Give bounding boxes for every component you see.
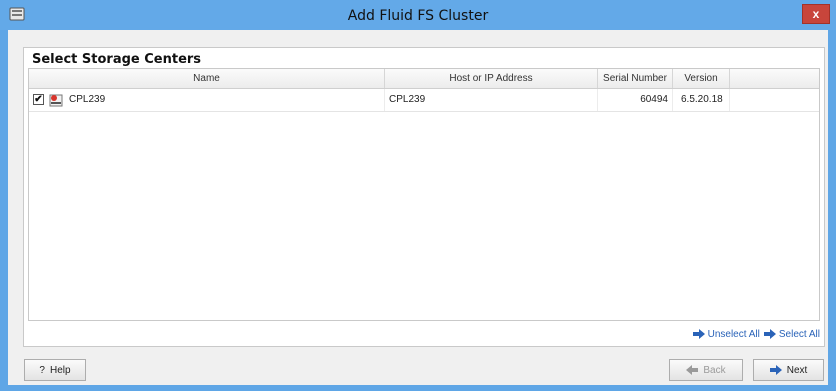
- column-header-version[interactable]: Version: [673, 69, 730, 88]
- column-header-name[interactable]: Name: [29, 69, 385, 88]
- storage-centers-panel: Select Storage Centers Name Host or IP A…: [23, 47, 825, 347]
- arrow-right-icon: [769, 365, 782, 375]
- row-checkbox[interactable]: ✔: [33, 94, 44, 105]
- title-bar[interactable]: Add Fluid FS Cluster x: [0, 0, 836, 30]
- cell-serial: 60494: [598, 89, 673, 111]
- grid-header: Name Host or IP Address Serial Number Ve…: [29, 69, 819, 89]
- back-button[interactable]: Back: [669, 359, 743, 381]
- arrow-left-icon: [686, 365, 699, 375]
- next-label: Next: [786, 364, 808, 376]
- cell-version: 6.5.20.18: [673, 89, 730, 111]
- help-button[interactable]: ? Help: [24, 359, 86, 381]
- dialog-window: Add Fluid FS Cluster x Select Storage Ce…: [0, 0, 836, 391]
- unselect-all-link[interactable]: Unselect All: [692, 328, 760, 340]
- back-label: Back: [703, 364, 726, 376]
- column-header-host[interactable]: Host or IP Address: [385, 69, 598, 88]
- panel-title: Select Storage Centers: [32, 52, 202, 67]
- next-button[interactable]: Next: [753, 359, 824, 381]
- window-title: Add Fluid FS Cluster: [347, 8, 489, 24]
- close-button[interactable]: x: [802, 4, 830, 24]
- dialog-body: Select Storage Centers Name Host or IP A…: [8, 30, 828, 385]
- unselect-all-label: Unselect All: [707, 328, 760, 340]
- cell-host: CPL239: [385, 89, 598, 111]
- help-icon: ?: [39, 364, 45, 376]
- storage-center-icon: [49, 94, 63, 107]
- selection-links: Unselect All Select All: [692, 326, 820, 342]
- cell-name: CPL239: [67, 89, 385, 111]
- select-all-label: Select All: [778, 328, 820, 340]
- arrow-right-icon: [692, 329, 705, 339]
- help-label: Help: [49, 364, 71, 376]
- table-row[interactable]: ✔ CPL239 CPL239 60494 6.5.20.18: [29, 89, 819, 112]
- column-header-serial[interactable]: Serial Number: [598, 69, 673, 88]
- select-all-link[interactable]: Select All: [763, 328, 820, 340]
- storage-centers-grid: Name Host or IP Address Serial Number Ve…: [28, 68, 820, 321]
- arrow-right-icon: [763, 329, 776, 339]
